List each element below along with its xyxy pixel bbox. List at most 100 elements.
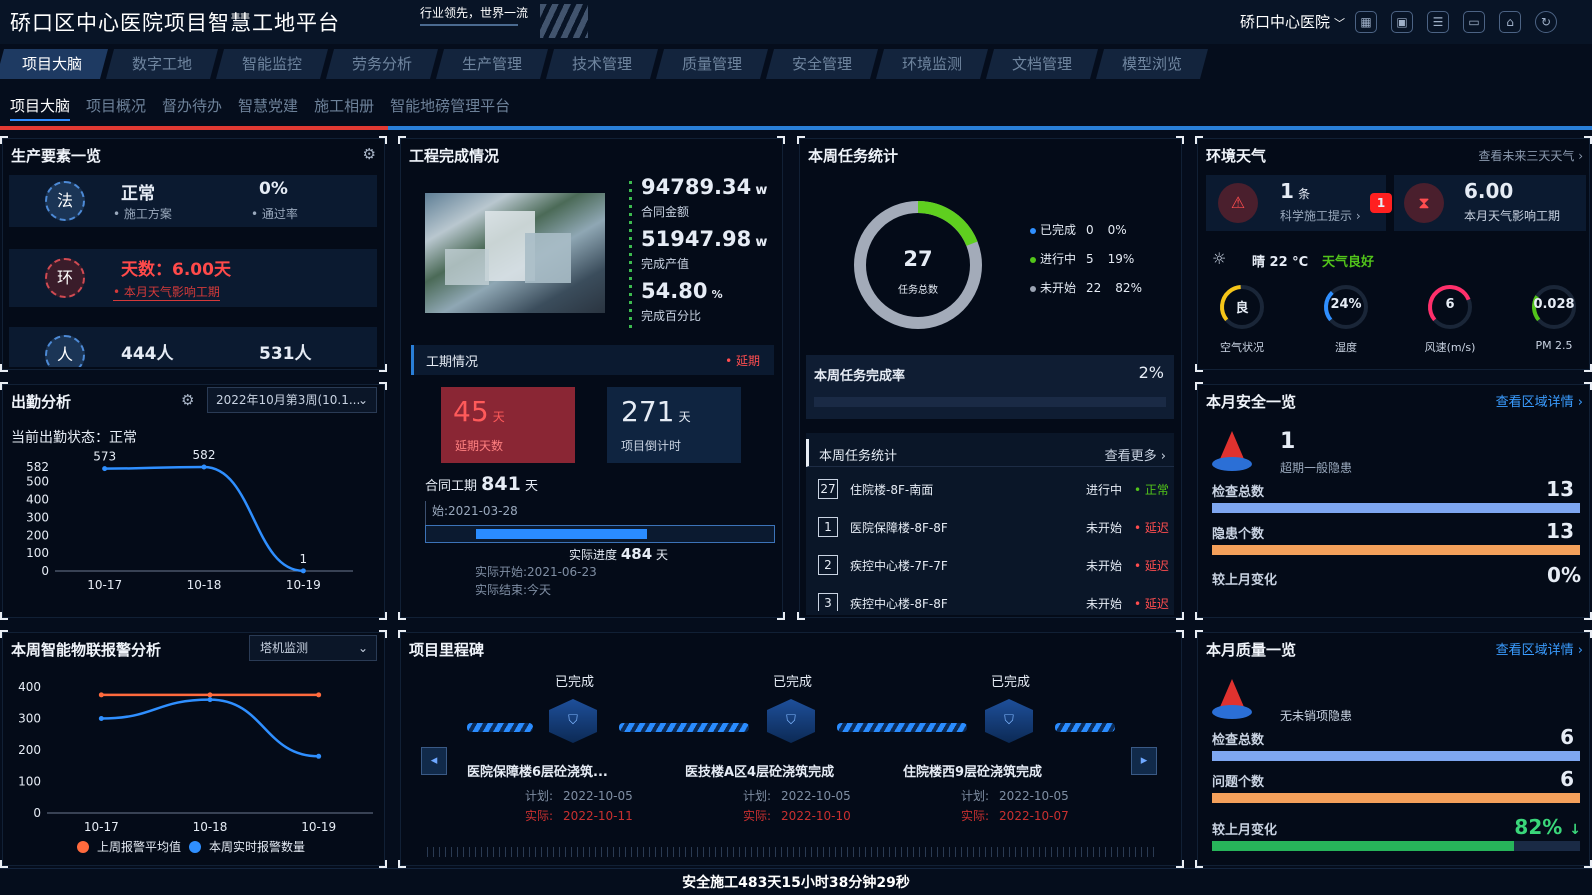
- x-tick-label: 10-17: [87, 578, 122, 592]
- monitor-icon[interactable]: ▭: [1463, 11, 1485, 33]
- panel-corner: [1195, 630, 1203, 638]
- nav-tab[interactable]: 技术管理: [546, 49, 659, 79]
- task-name: 住院楼-8F-南面: [850, 483, 934, 497]
- task-row[interactable]: 27 住院楼-8F-南面 进行中 • 正常: [806, 473, 1174, 507]
- delay-unit: 天: [492, 410, 505, 424]
- week-select[interactable]: 2022年10月第3周(10.1... ⌄: [207, 387, 377, 413]
- nav-tab[interactable]: 项目大脑: [0, 49, 109, 79]
- data-label: 573: [93, 450, 116, 464]
- legend-item: 未开始 22 82%: [1030, 279, 1142, 296]
- impact-label: 本月天气影响工期: [1464, 209, 1561, 223]
- progress-line-blue: [388, 126, 1592, 130]
- panel-corner: [379, 612, 387, 620]
- weather-now: 晴 22 °C: [1252, 255, 1309, 270]
- milestone-name[interactable]: 医技楼A区4层砼浇筑完成: [685, 761, 885, 780]
- countdown-card: 271 天 项目倒计时: [607, 387, 741, 463]
- task-row[interactable]: 1 医院保障楼-8F-8F 未开始 • 延迟: [806, 511, 1174, 545]
- nav-tab[interactable]: 模型浏览: [1096, 49, 1209, 79]
- refresh-icon[interactable]: ↻: [1535, 11, 1557, 33]
- list-icon[interactable]: ☰: [1427, 11, 1449, 33]
- shield-icon: ⛉: [767, 699, 815, 743]
- milestone-name[interactable]: 住院楼西9层砼浇筑完成: [903, 761, 1103, 780]
- panel-corner: [777, 136, 785, 144]
- legend-count: 5: [1086, 252, 1094, 266]
- env-badge-icon: 环: [45, 258, 85, 298]
- task-row[interactable]: 2 疾控中心楼-7F-7F 未开始 • 延迟: [806, 549, 1174, 583]
- task-flag: • 正常: [1134, 483, 1169, 497]
- task-flag: • 延迟: [1134, 521, 1169, 535]
- panel-corner: [1195, 382, 1203, 390]
- task-flag: • 延迟: [1134, 597, 1169, 611]
- grid-icon[interactable]: ▦: [1355, 11, 1377, 33]
- task-row[interactable]: 3 疾控中心楼-8F-8F 未开始 • 延迟: [806, 587, 1174, 611]
- x-tick-label: 10-18: [187, 578, 222, 592]
- panel-corner: [0, 382, 8, 390]
- legend-count: 22: [1086, 281, 1102, 295]
- nav-tab[interactable]: 环境监测: [876, 49, 989, 79]
- quality-rows: 检查总数 6 问题个数 6: [1212, 725, 1580, 813]
- task-number: 1: [818, 517, 838, 537]
- panel-corner: [1584, 382, 1592, 390]
- nav-tab[interactable]: 生产管理: [436, 49, 549, 79]
- delay-tag: • 延期: [725, 354, 760, 368]
- plan-label: • 施工方案: [113, 207, 172, 221]
- nav-tab[interactable]: 劳务分析: [326, 49, 439, 79]
- data-label: 1: [300, 552, 308, 566]
- nav-tab[interactable]: 文档管理: [986, 49, 1099, 79]
- prev-arrow-icon[interactable]: ◂: [421, 747, 447, 775]
- quality-change-bar-fill: [1212, 841, 1514, 851]
- legend-dot: [1030, 227, 1036, 234]
- nav-tab-label: 项目大脑: [22, 55, 83, 73]
- nav-tab-label: 生产管理: [462, 55, 523, 73]
- air-quality: 天气良好: [1322, 255, 1375, 270]
- safety-detail-link[interactable]: 查看区域详情 ›: [1496, 391, 1583, 410]
- task-total: 27: [903, 247, 933, 271]
- gear-icon[interactable]: ⚙: [363, 145, 376, 163]
- subnav-tab[interactable]: 智慧党建: [238, 95, 298, 121]
- weekly-title: 本周任务统计: [808, 147, 899, 165]
- data-point: [98, 716, 104, 721]
- task-list: 本周任务统计 查看更多 › 27 住院楼-8F-南面 进行中 • 正常 1 医院保障楼-8…: [806, 433, 1174, 615]
- delay-card: 45 天 延期天数: [441, 387, 575, 463]
- alarm-select[interactable]: 塔机监测 ⌄: [249, 635, 377, 661]
- quality-change-label: 较上月变化: [1212, 823, 1278, 838]
- forecast-link[interactable]: 查看未来三天天气 ›: [1478, 147, 1583, 164]
- subnav-tab[interactable]: 项目概况: [86, 95, 146, 121]
- nav-tab-label: 智能监控: [242, 55, 303, 73]
- panel-corner: [0, 860, 8, 868]
- nav-tab[interactable]: 智能监控: [216, 49, 329, 79]
- nav-tab-label: 文档管理: [1012, 55, 1073, 73]
- gear-icon[interactable]: ⚙: [181, 391, 194, 409]
- subnav-tab[interactable]: 智能地磅管理平台: [390, 95, 510, 121]
- task-state: 未开始: [1086, 521, 1123, 535]
- more-link[interactable]: 查看更多 ›: [1105, 445, 1166, 464]
- milestone-name[interactable]: 医院保障楼6层砼浇筑...: [467, 761, 667, 780]
- nav-tab[interactable]: 安全管理: [766, 49, 879, 79]
- stat-label: 检查总数: [1212, 485, 1265, 500]
- image-icon[interactable]: ▣: [1391, 11, 1413, 33]
- tip-label[interactable]: 科学施工提示 ›: [1280, 207, 1361, 224]
- hourglass-icon: ⧗: [1404, 183, 1444, 223]
- engineering-panel: 工程完成情况 94789.34 w 合同金额 51947.98 w 完成产值 5…: [400, 138, 783, 618]
- milestone-status: 已完成: [555, 675, 595, 690]
- app-title: 硚口区中心医院项目智慧工地平台: [10, 11, 340, 35]
- subnav-tab[interactable]: 督办待办: [162, 95, 222, 121]
- safety-title: 本月安全一览: [1206, 393, 1297, 411]
- hospital-selector[interactable]: 硚口中心医院 ﹀: [1240, 11, 1345, 32]
- project-render-image: [425, 193, 605, 313]
- next-arrow-icon[interactable]: ▸: [1131, 747, 1157, 775]
- nav-tab[interactable]: 数字工地: [105, 49, 219, 79]
- gauge-value: 24%: [1330, 297, 1362, 312]
- milestone-items: 已完成 ⛉ 医院保障楼6层砼浇筑... 计划: 2022-10-05 实际: 2022-10…: [461, 671, 1121, 831]
- data-point: [207, 697, 213, 703]
- subnav-tab[interactable]: 项目大脑: [10, 95, 71, 121]
- people-count-1: 444人: [121, 344, 174, 364]
- milestone-ruler: [427, 847, 1157, 857]
- shirt-icon[interactable]: ⌂: [1499, 11, 1521, 33]
- quality-detail-link[interactable]: 查看区域详情 ›: [1496, 639, 1583, 658]
- actual-date: 2022-10-10: [781, 809, 851, 823]
- nav-tab[interactable]: 质量管理: [656, 49, 769, 79]
- stat-label: 检查总数: [1212, 733, 1265, 748]
- task-flag-label: 正常: [1144, 483, 1169, 497]
- subnav-tab[interactable]: 施工相册: [314, 95, 374, 121]
